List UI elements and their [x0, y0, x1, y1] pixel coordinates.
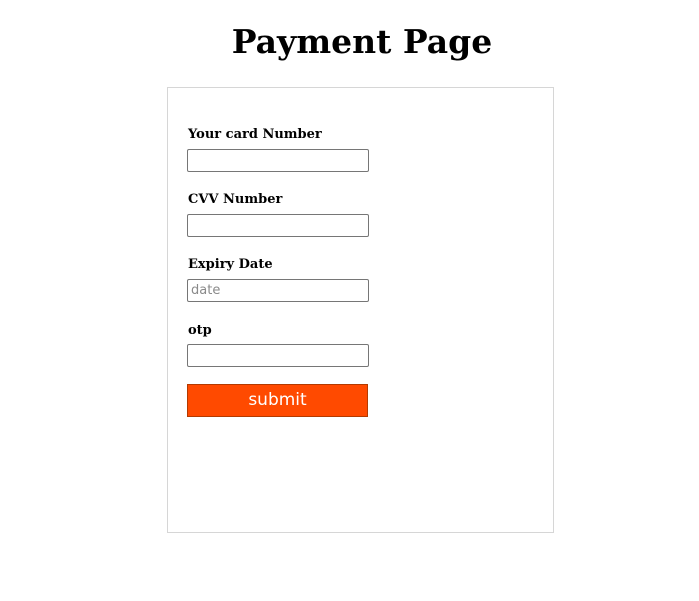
cvv-label: CVV Number	[188, 192, 283, 207]
card-number-label: Your card Number	[188, 127, 322, 142]
otp-input[interactable]	[187, 344, 369, 367]
expiry-date-label: Expiry Date	[188, 257, 273, 272]
otp-label: otp	[188, 323, 212, 338]
submit-button[interactable]: submit	[187, 384, 368, 417]
expiry-date-input[interactable]	[187, 279, 369, 302]
page-title: Payment Page	[231, 22, 493, 61]
card-number-input[interactable]	[187, 149, 369, 172]
payment-form: Your card Number CVV Number Expiry Date …	[167, 87, 554, 533]
cvv-input[interactable]	[187, 214, 369, 237]
